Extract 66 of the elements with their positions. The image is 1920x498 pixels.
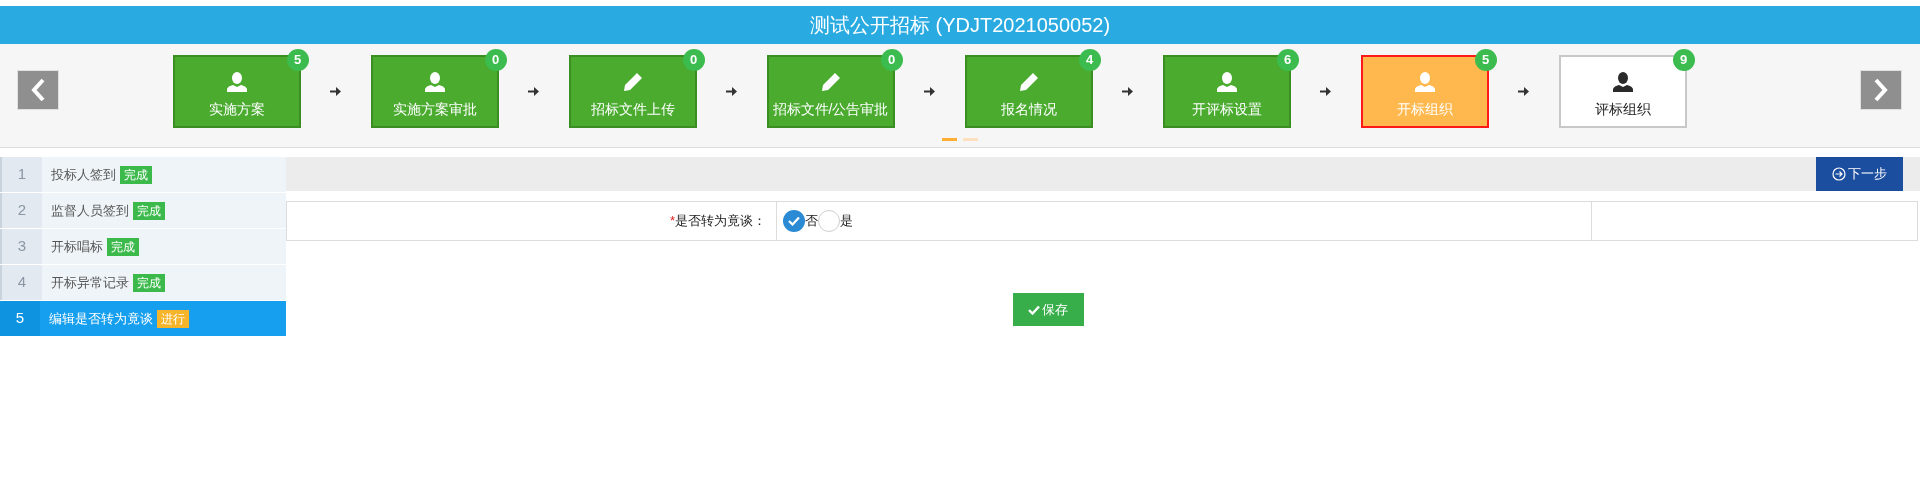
step-label: 报名情况 (1000, 100, 1057, 119)
sidebar-item[interactable]: 2 监督人员签到 完成 (0, 193, 286, 228)
count-badge: 0 (880, 49, 903, 71)
radio-button[interactable] (818, 210, 840, 232)
person-icon (1413, 71, 1436, 93)
arrow-icon (726, 87, 737, 96)
next-page-button[interactable] (1860, 70, 1902, 110)
radio-button[interactable] (783, 210, 805, 232)
sidebar-label: 开标异常记录 (51, 273, 129, 292)
status-badge: 进行 (157, 309, 189, 328)
step-label: 招标文件上传 (590, 100, 675, 119)
pencil-icon (621, 71, 644, 93)
step-label: 开标组织 (1396, 100, 1453, 119)
step-number: 3 (2, 229, 42, 264)
sidebar-item[interactable]: 4 开标异常记录 完成 (0, 265, 286, 300)
sidebar-label: 投标人签到 (51, 165, 116, 184)
count-badge: 0 (484, 49, 507, 71)
next-step-button[interactable]: 下一步 (1816, 157, 1903, 191)
count-badge: 0 (682, 49, 705, 71)
sidebar-label: 监督人员签到 (51, 201, 129, 220)
arrow-icon (528, 87, 539, 96)
count-badge: 9 (1672, 49, 1695, 71)
sidebar-item[interactable]: 3 开标唱标 完成 (0, 229, 286, 264)
previous-button[interactable] (17, 70, 59, 110)
radio-option[interactable]: 否 (783, 210, 818, 232)
radio-option[interactable]: 是 (818, 210, 853, 232)
step-label: 开评标设置 (1191, 100, 1262, 119)
pencil-icon (819, 71, 842, 93)
step-number: 1 (2, 157, 42, 192)
sidebar-label: 编辑是否转为竟谈 (49, 309, 153, 328)
step-label: 实施方案 (208, 100, 265, 119)
count-badge: 5 (1474, 49, 1497, 71)
field-label: *是否转为竟谈： (669, 212, 766, 231)
step-label: 招标文件/公告审批 (772, 100, 889, 119)
step-label: 评标组织 (1594, 100, 1651, 119)
count-badge: 6 (1276, 49, 1299, 71)
check-icon (788, 216, 800, 226)
arrow-icon (1518, 87, 1529, 96)
step-number: 5 (0, 301, 40, 336)
arrow-icon (1122, 87, 1133, 96)
sidebar-label: 开标唱标 (51, 237, 103, 256)
person-icon (423, 71, 446, 93)
chevron-left-icon (30, 78, 46, 102)
arrow-icon (330, 87, 341, 96)
person-icon (225, 71, 248, 93)
save-button[interactable]: 保存 (1012, 293, 1084, 326)
status-badge: 完成 (120, 165, 152, 184)
arrow-icon (1320, 87, 1331, 96)
status-badge: 完成 (133, 273, 165, 292)
person-icon (1611, 71, 1634, 93)
step-number: 2 (2, 193, 42, 228)
sidebar-item[interactable]: 1 投标人签到 完成 (0, 157, 286, 192)
pencil-icon (1017, 71, 1040, 93)
arrow-icon (924, 87, 935, 96)
count-badge: 4 (1078, 49, 1101, 71)
circle-arrow-icon (1832, 167, 1846, 181)
count-badge: 5 (286, 49, 309, 71)
chevron-right-icon (1873, 78, 1889, 102)
check-icon (1028, 304, 1040, 315)
step-label: 实施方案审批 (392, 100, 477, 119)
window-title: 测试公开招标 (YDJT2021050052) (809, 13, 1111, 38)
step-number: 4 (2, 265, 42, 300)
status-badge: 完成 (107, 237, 139, 256)
person-icon (1215, 71, 1238, 93)
status-badge: 完成 (133, 201, 165, 220)
sidebar-item[interactable]: 5 编辑是否转为竟谈 进行 (0, 301, 286, 336)
